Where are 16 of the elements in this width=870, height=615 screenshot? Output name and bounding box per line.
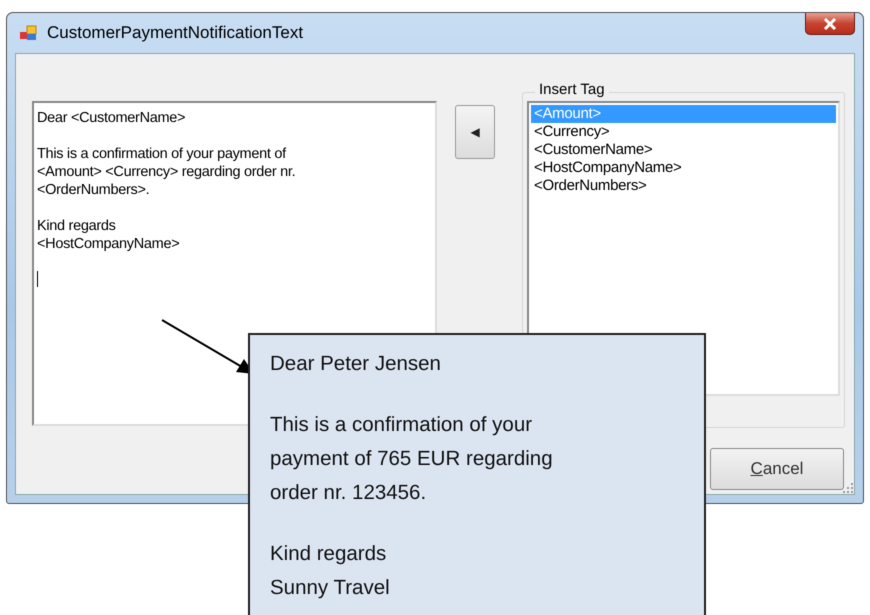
preview-paragraph: Kind regards Sunny Travel [270,541,391,601]
window-title: CustomerPaymentNotificationText [47,23,304,43]
group-label: Insert Tag [535,81,609,98]
app-icon [19,24,37,42]
cancel-button[interactable]: Cancel [710,448,844,490]
insert-tag-button[interactable]: ◀ [455,105,495,159]
editor-paragraph: Dear <CustomerName> [37,109,186,127]
tag-list-item[interactable]: <HostCompanyName> [531,159,836,177]
tag-list-item[interactable]: <Currency> [531,123,836,141]
resize-grip-icon [843,483,853,493]
editor-paragraph: This is a confirmation of your payment of <Amount> <Currency> regarding order nr. <OrderNumbers>. [37,145,296,199]
close-button[interactable] [805,13,855,35]
close-icon [823,18,837,30]
editor-paragraph: Kind regards <HostCompanyName> [37,217,180,253]
tag-list-item[interactable]: <OrderNumbers> [531,177,836,195]
tag-list-item[interactable]: <CustomerName> [531,141,836,159]
